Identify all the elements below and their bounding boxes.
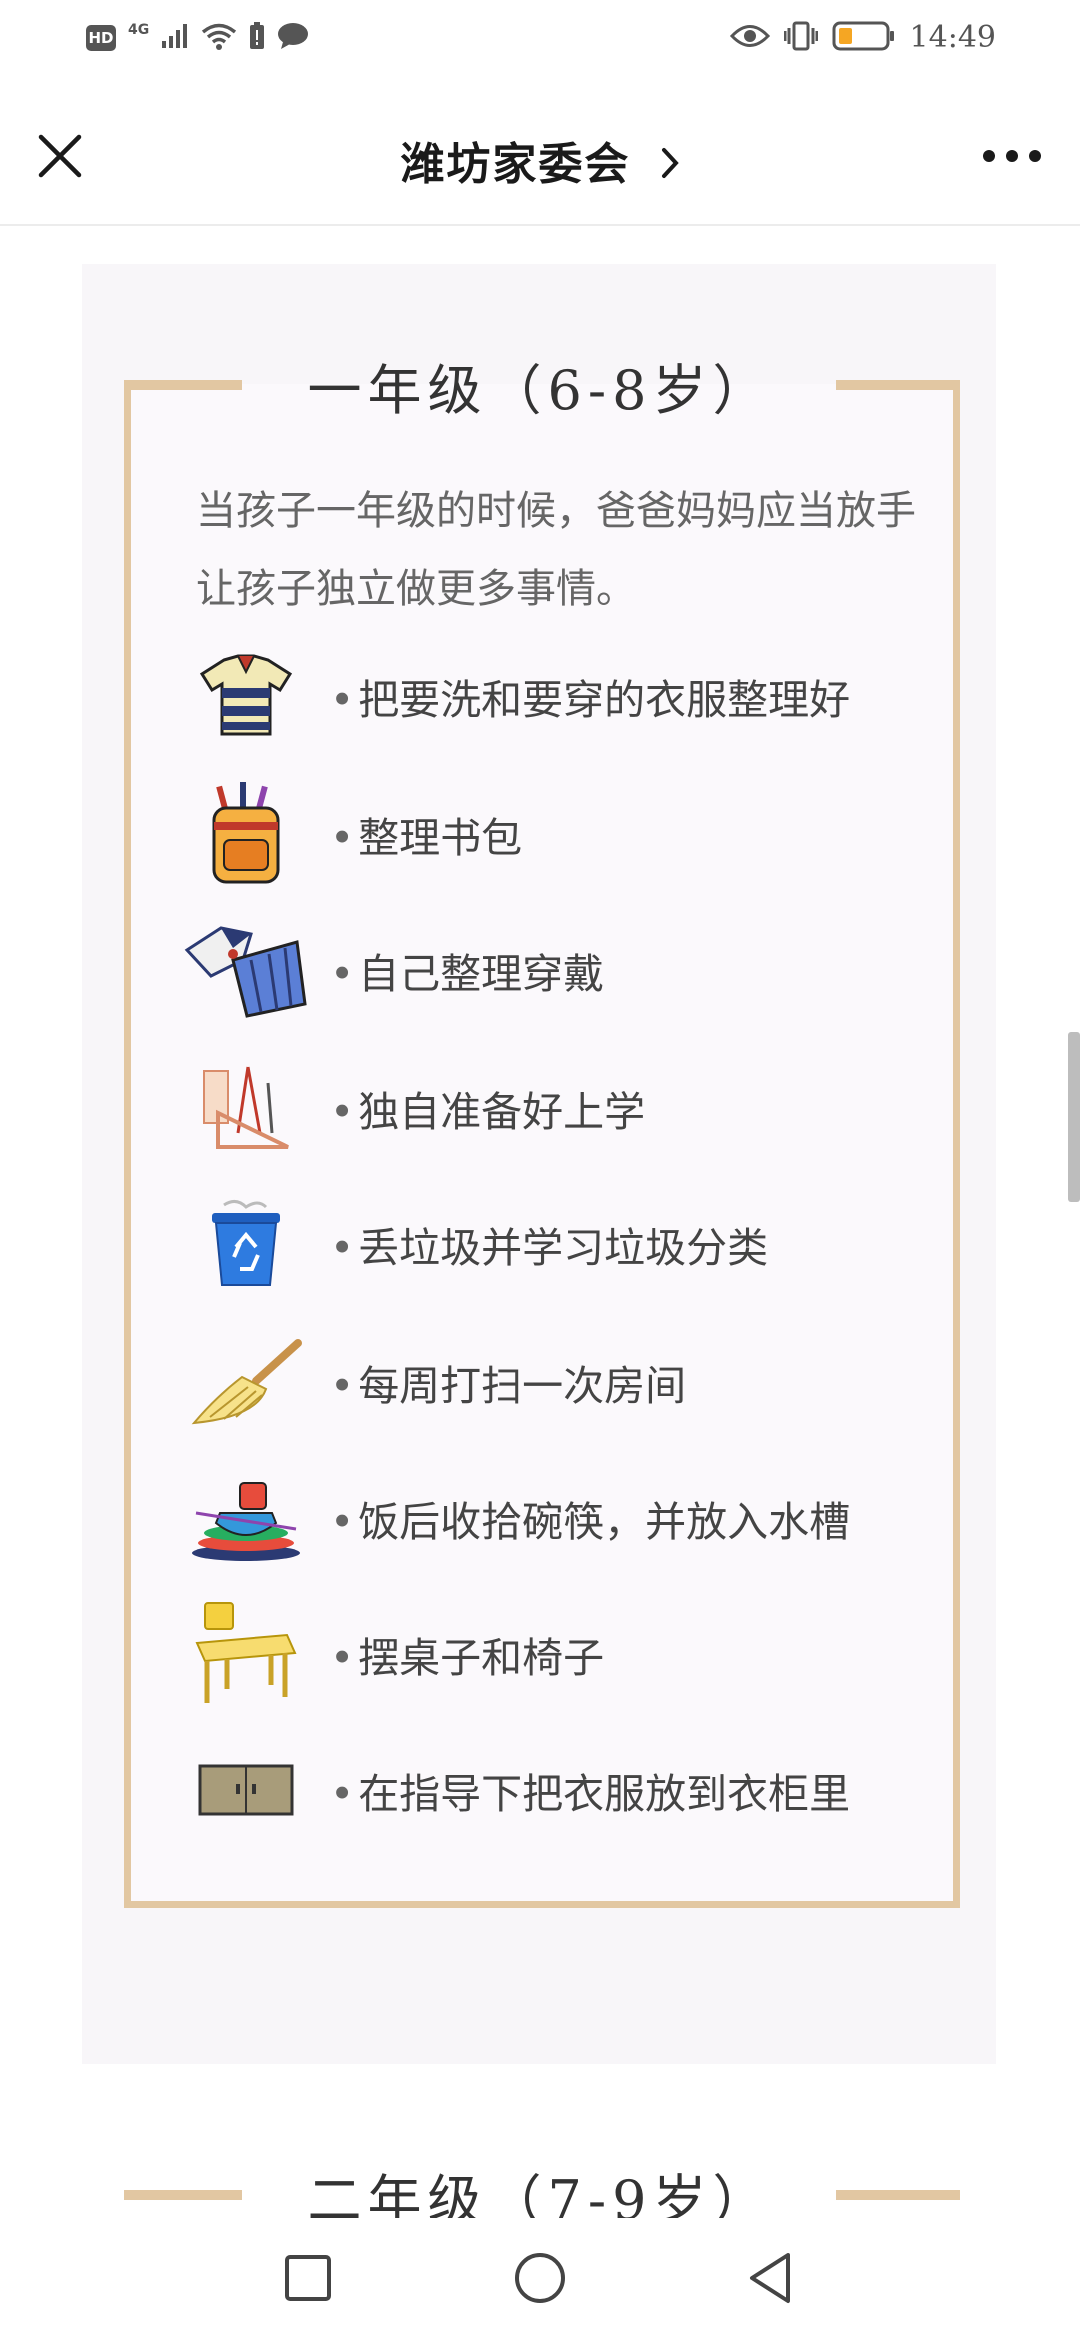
desk-chair-icon — [176, 1599, 316, 1709]
task-item: 摆桌子和椅子 — [176, 1594, 956, 1714]
task-label: 独自准备好上学 — [330, 1078, 645, 1138]
title-bar: 潍坊家委会 — [0, 80, 1080, 226]
chevron-right-icon — [661, 148, 679, 178]
wifi-icon — [201, 22, 237, 54]
frame-top-right-segment — [836, 2190, 960, 2200]
stationery-icon — [176, 1053, 316, 1163]
wardrobe-icon — [176, 1735, 316, 1845]
frame-top-left-segment — [124, 380, 242, 390]
square-icon — [285, 2255, 331, 2301]
task-label: 饭后收拾碗筷，并放入水槽 — [330, 1488, 850, 1548]
back-button[interactable] — [735, 2246, 805, 2310]
hd-badge: HD — [86, 25, 116, 51]
task-label: 摆桌子和椅子 — [330, 1624, 604, 1684]
message-icon — [277, 22, 309, 54]
circle-icon — [515, 2253, 565, 2303]
status-bar: HD 4G 14:49 — [0, 0, 1080, 80]
battery-icon — [832, 21, 896, 55]
clock-time: 14:49 — [909, 20, 996, 55]
shirt-icon — [176, 641, 316, 751]
network-type-label: 4G — [128, 22, 150, 38]
task-label: 每周打扫一次房间 — [330, 1352, 686, 1412]
scrollbar-thumb[interactable] — [1068, 1032, 1080, 1202]
eye-icon — [729, 23, 770, 53]
more-options-button[interactable] — [974, 126, 1050, 186]
more-icon — [983, 150, 1041, 162]
task-item: 自己整理穿戴 — [176, 910, 956, 1030]
task-item: 在指导下把衣服放到衣柜里 — [176, 1730, 956, 1850]
task-item: 饭后收拾碗筷，并放入水槽 — [176, 1458, 956, 1578]
system-nav-bar — [0, 2218, 1080, 2340]
page-title: 潍坊家委会 — [400, 139, 631, 190]
uniform-icon — [176, 915, 316, 1025]
home-button[interactable] — [505, 2246, 575, 2310]
task-label: 把要洗和要穿的衣服整理好 — [330, 666, 850, 726]
account-title-link[interactable]: 潍坊家委会 — [0, 128, 1080, 192]
recent-apps-button[interactable] — [273, 2246, 343, 2310]
task-item: 每周打扫一次房间 — [176, 1322, 956, 1442]
task-label: 丢垃圾并学习垃圾分类 — [330, 1214, 768, 1274]
grade1-heading: 一年级（6-8岁） — [307, 359, 773, 422]
broom-icon — [176, 1327, 316, 1437]
vibrate-icon — [783, 21, 819, 55]
triangle-back-icon — [750, 2253, 790, 2303]
task-item: 丢垃圾并学习垃圾分类 — [176, 1184, 956, 1304]
task-item: 整理书包 — [176, 774, 956, 894]
task-item: 把要洗和要穿的衣服整理好 — [176, 636, 956, 756]
grade1-intro: 当孩子一年级的时候，爸爸妈妈应当放手让孩子独立做更多事情。 — [196, 488, 916, 612]
task-item: 独自准备好上学 — [176, 1048, 956, 1168]
battery-alert-icon — [249, 22, 265, 54]
article-content[interactable]: 一年级（6-8岁） 当孩子一年级的时候，爸爸妈妈应当放手让孩子独立做更多事情。 … — [0, 228, 1080, 2230]
frame-top-left-segment — [124, 2190, 242, 2200]
task-label: 在指导下把衣服放到衣柜里 — [330, 1760, 850, 1820]
signal-icon — [161, 23, 189, 53]
dishes-icon — [176, 1463, 316, 1573]
recycle-bin-icon — [176, 1189, 316, 1299]
task-label: 整理书包 — [330, 804, 522, 864]
task-label: 自己整理穿戴 — [330, 940, 604, 1000]
backpack-icon — [176, 779, 316, 889]
frame-top-right-segment — [836, 380, 960, 390]
